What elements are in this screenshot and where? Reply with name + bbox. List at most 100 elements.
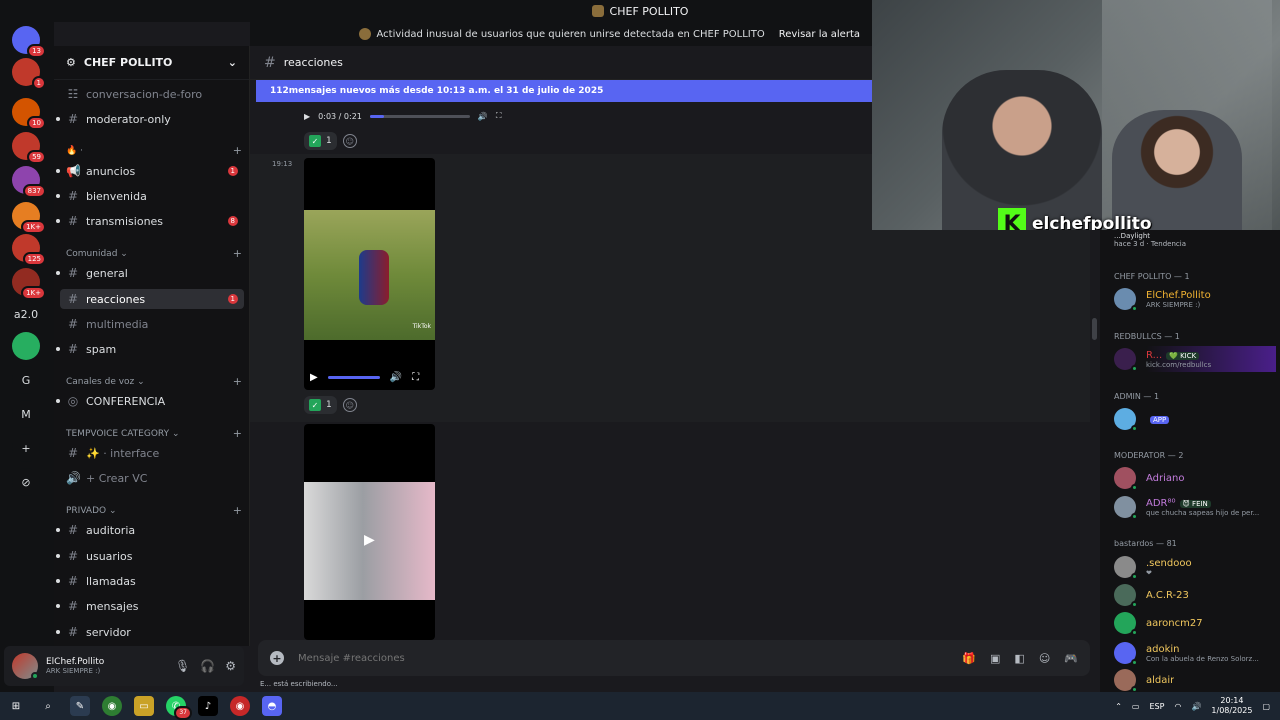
notification-icon[interactable]: ▢ [1262, 702, 1270, 711]
member-item[interactable]: APP [1114, 406, 1276, 432]
sidebar-channel-spam[interactable]: # spam [56, 339, 244, 359]
server-icon[interactable]: ⊘ [12, 468, 40, 496]
server-icon[interactable]: G [12, 366, 40, 394]
windows-start-icon[interactable]: ⊞ [6, 696, 26, 716]
fullscreen-icon[interactable]: ⛶ [496, 111, 502, 121]
video-attachment[interactable]: TikTok ▶ 🔊 ⛶ [304, 158, 435, 390]
sidebar-channel-bienvenida[interactable]: # bienvenida [56, 186, 244, 206]
sidebar-channel-crear-vc[interactable]: 🔊 + Crear VC [60, 468, 244, 488]
gear-icon[interactable]: ⚙ [225, 659, 236, 673]
whatsapp-icon[interactable]: ✆ 37 [166, 696, 192, 720]
add-channel-icon[interactable]: + [233, 144, 242, 157]
server-icon[interactable]: 1 [12, 58, 46, 90]
discord-icon[interactable]: ◓ [262, 696, 282, 716]
add-channel-icon[interactable]: + [233, 375, 242, 388]
channel-label: transmisiones [86, 214, 164, 228]
server-icon[interactable]: 1K+ [12, 202, 46, 234]
play-icon[interactable]: ▶ [364, 532, 375, 548]
add-reaction-icon[interactable]: ☺ [342, 134, 357, 148]
sidebar-channel-transmisiones[interactable]: # transmisiones 8 [56, 211, 244, 231]
sidebar-channel-moderator-only[interactable]: # moderator-only [56, 109, 244, 129]
search-icon[interactable]: ⌕ [38, 696, 58, 716]
server-icon[interactable]: 125 [12, 234, 46, 266]
server-icon[interactable]: 10 [12, 98, 46, 130]
emoji-icon[interactable]: ☺ [1039, 652, 1050, 665]
wifi-icon[interactable]: ◠ [1174, 702, 1181, 711]
server-icon[interactable]: 59 [12, 132, 46, 164]
language-indicator[interactable]: ESP [1149, 702, 1164, 711]
network-icon[interactable]: ▭ [1132, 702, 1140, 711]
sidebar-channel-usuarios[interactable]: # usuarios [56, 546, 244, 566]
gif-icon[interactable]: ▣ [990, 652, 1000, 665]
new-messages-bar[interactable]: 112mensajes nuevos más desde 10:13 a.m. … [256, 80, 872, 102]
review-alert-link[interactable]: Revisar la alerta [779, 29, 860, 40]
server-icon[interactable] [12, 332, 40, 360]
volume-icon[interactable]: 🔊 [1191, 702, 1201, 711]
reaction-checkmark[interactable]: ✓ 1 [304, 396, 337, 414]
sidebar-channel-general[interactable]: # general [56, 263, 244, 283]
sidebar-channel-interface[interactable]: # ✨ · interface [60, 443, 244, 463]
member-item[interactable]: R... 💚 KICK kick.com/redbullcs [1114, 346, 1276, 372]
video-attachment[interactable]: ▶ [304, 424, 435, 640]
add-channel-icon[interactable]: + [233, 504, 242, 517]
channel-category[interactable]: Comunidad ⌄ + [66, 247, 242, 260]
volume-icon[interactable]: 🔊 [478, 112, 488, 121]
volume-icon[interactable]: 🔊 [390, 372, 402, 383]
sidebar-channel-servidor[interactable]: # servidor [56, 622, 244, 642]
sidebar-channel-anuncios[interactable]: 📢 anuncios 1 [56, 161, 244, 181]
server-icon[interactable]: M [12, 400, 40, 428]
server-icon[interactable]: 13 [12, 26, 46, 58]
add-attachment-icon[interactable]: + [270, 651, 284, 665]
tiktok-icon[interactable]: ♪ [198, 696, 218, 716]
media-progress-slider[interactable] [369, 114, 470, 118]
sidebar-channel-conversacion-de-foro[interactable]: ☷ conversacion-de-foro [60, 84, 244, 104]
channel-category[interactable]: 🔥 · + [66, 144, 242, 157]
channel-category[interactable]: Canales de voz ⌄ + [66, 375, 242, 388]
add-channel-icon[interactable]: + [233, 247, 242, 260]
member-item[interactable]: adokin Con la abuela de Renzo Solorz... [1114, 640, 1276, 666]
headphones-icon[interactable]: 🎧 [200, 659, 215, 673]
gift-icon[interactable]: 🎁 [962, 652, 976, 665]
play-icon[interactable]: ▶ [304, 112, 310, 121]
member-item[interactable]: Adriano [1114, 465, 1276, 491]
microphone-icon[interactable]: 🎙 [175, 659, 190, 673]
chrome-profile-icon[interactable]: ◉ [230, 696, 250, 716]
sidebar-channel-llamadas[interactable]: # llamadas [56, 571, 244, 591]
message-input[interactable] [298, 652, 898, 664]
server-icon[interactable]: 837 [12, 166, 46, 198]
channel-category[interactable]: PRIVADO ⌄ + [66, 504, 242, 517]
member-item[interactable]: A.C.R-23 [1114, 582, 1276, 608]
sidebar-channel-mensajes[interactable]: # mensajes [56, 596, 244, 616]
folder-icon[interactable]: ▭ [134, 696, 154, 716]
play-icon[interactable]: ▶ [310, 372, 318, 383]
channel-category[interactable]: TEMPVOICE CATEGORY ⌄ + [66, 427, 242, 440]
member-item[interactable]: ElChef.Pollito ARK SIEMPRE :) [1114, 286, 1276, 312]
member-item[interactable]: .sendooo ❤ [1114, 554, 1276, 580]
chevron-up-icon[interactable]: ⌃ [1115, 702, 1122, 711]
user-info[interactable]: ElChef.Pollito ARK SIEMPRE :) [46, 657, 104, 675]
member-item[interactable]: aaroncm27 [1114, 610, 1276, 636]
avatar[interactable] [12, 653, 39, 680]
volume-slider[interactable] [327, 376, 380, 379]
add-reaction-icon[interactable]: ☺ [342, 398, 357, 412]
add-channel-icon[interactable]: + [233, 427, 242, 440]
sidebar-channel-reacciones[interactable]: # reacciones 1 [60, 289, 244, 309]
sidebar-channel-auditoria[interactable]: # auditoria [56, 520, 244, 540]
server-icon[interactable]: a2.0 [12, 300, 40, 328]
reaction-checkmark[interactable]: ✓ 1 [304, 132, 337, 150]
server-icon[interactable]: 1K+ [12, 268, 46, 300]
member-item[interactable]: aldair [1114, 667, 1276, 693]
scrollbar[interactable] [1092, 318, 1097, 340]
clock[interactable]: 20:14 1/08/2025 [1211, 696, 1252, 716]
app-icon[interactable]: ✎ [70, 696, 90, 716]
apps-icon[interactable]: 🎮 [1064, 652, 1078, 665]
fullscreen-icon[interactable]: ⛶ [412, 372, 419, 383]
server-header[interactable]: ⚙ CHEF POLLITO ⌄ [54, 46, 249, 80]
sidebar-channel-multimedia[interactable]: # multimedia [60, 314, 244, 334]
chrome-icon[interactable]: ◉ [102, 696, 122, 716]
member-item[interactable]: ADR⁸⁰ 😈 FEIN que chucha sapeas hijo de per… [1114, 494, 1276, 520]
sticker-icon[interactable]: ◧ [1014, 652, 1024, 665]
sidebar-channel-conferencia[interactable]: ◎ CONFERENCIA [56, 391, 244, 411]
activity-card[interactable]: ...Daylight hace 3 d · Tendencia [1114, 232, 1274, 248]
server-icon[interactable]: + [12, 434, 40, 462]
